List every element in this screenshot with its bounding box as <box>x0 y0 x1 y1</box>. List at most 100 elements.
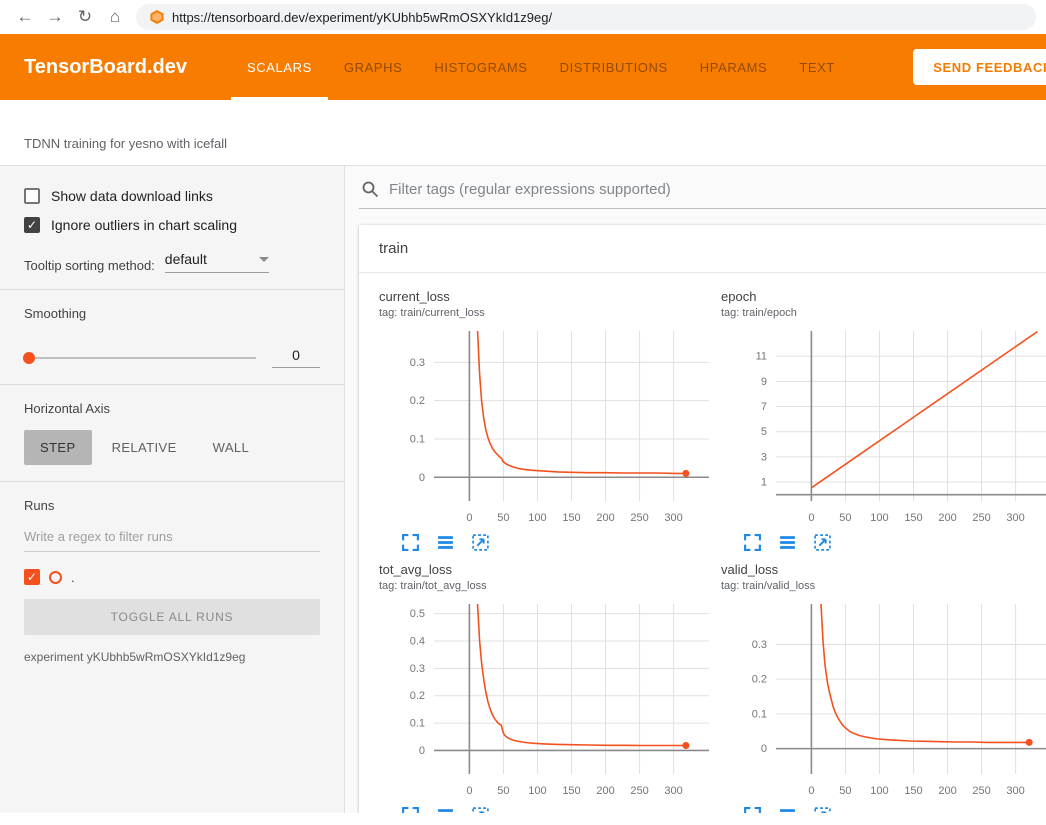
svg-text:9: 9 <box>761 376 767 388</box>
toggle-all-runs-button[interactable]: TOGGLE ALL RUNS <box>24 599 320 635</box>
chart-valid-loss: valid_loss tag: train/valid_loss 00.10.2… <box>721 562 1046 813</box>
tab-scalars[interactable]: SCALARS <box>231 34 328 100</box>
smoothing-label: Smoothing <box>24 306 320 321</box>
ignore-outliers-checkbox[interactable]: ✓ <box>24 217 40 233</box>
fit-domain-icon[interactable] <box>471 806 490 813</box>
filter-tags-input[interactable]: Filter tags (regular expressions support… <box>359 174 1046 209</box>
smoothing-slider[interactable] <box>24 357 256 359</box>
chart-tag: tag: train/tot_avg_loss <box>379 580 719 592</box>
tooltip-sorting-dropdown[interactable]: default <box>165 251 269 273</box>
svg-text:300: 300 <box>664 512 682 524</box>
experiment-description: TDNN training for yesno with icefall <box>0 100 1046 166</box>
axis-wall-button[interactable]: WALL <box>197 430 266 465</box>
tab-distributions[interactable]: DISTRIBUTIONS <box>544 34 684 100</box>
svg-text:5: 5 <box>761 426 767 438</box>
svg-text:0: 0 <box>466 512 472 524</box>
tab-histograms[interactable]: HISTOGRAMS <box>418 34 543 100</box>
reload-icon[interactable]: ↻ <box>70 7 100 27</box>
runs-filter-input[interactable]: Write a regex to filter runs <box>24 529 320 552</box>
chart-tag: tag: train/current_loss <box>379 307 719 319</box>
content: Show data download links ✓ Ignore outlie… <box>0 166 1046 813</box>
svg-text:150: 150 <box>904 512 922 524</box>
run-name: . <box>71 570 75 585</box>
brand-title: TensorBoard.dev <box>24 56 187 79</box>
chart-current-loss: current_loss tag: train/current_loss 0 0.… <box>379 289 719 552</box>
show-download-links-row[interactable]: Show data download links <box>24 188 320 204</box>
home-icon[interactable]: ⌂ <box>100 7 130 27</box>
svg-text:300: 300 <box>1006 785 1024 797</box>
line-chart[interactable]: 00.10.20.3050100150200250300 <box>721 598 1046 802</box>
svg-text:0: 0 <box>808 512 814 524</box>
ignore-outliers-label: Ignore outliers in chart scaling <box>51 217 237 233</box>
svg-text:200: 200 <box>596 512 614 524</box>
chart-title: current_loss <box>379 289 719 304</box>
train-card-header[interactable]: train <box>359 225 1046 273</box>
search-icon <box>361 180 379 198</box>
fit-domain-icon[interactable] <box>813 806 832 813</box>
browser-chrome: ← → ↻ ⌂ https://tensorboard.dev/experime… <box>0 0 1046 34</box>
tab-text[interactable]: TEXT <box>783 34 851 100</box>
show-download-links-label: Show data download links <box>51 188 213 204</box>
svg-text:250: 250 <box>972 512 990 524</box>
svg-text:100: 100 <box>528 512 546 524</box>
send-feedback-button[interactable]: SEND FEEDBACK <box>913 49 1046 85</box>
run-checkbox[interactable]: ✓ <box>24 569 40 585</box>
expand-chart-icon[interactable] <box>743 806 762 813</box>
svg-text:250: 250 <box>630 785 648 797</box>
show-download-links-checkbox[interactable] <box>24 188 40 204</box>
axis-step-button[interactable]: STEP <box>24 430 92 465</box>
svg-text:0.3: 0.3 <box>752 639 767 651</box>
smoothing-value[interactable]: 0 <box>272 347 320 368</box>
chart-title: valid_loss <box>721 562 1046 577</box>
svg-text:200: 200 <box>596 785 614 797</box>
back-icon[interactable]: ← <box>10 7 40 27</box>
axis-relative-button[interactable]: RELATIVE <box>96 430 193 465</box>
expand-chart-icon[interactable] <box>401 806 420 813</box>
expand-chart-icon[interactable] <box>401 533 420 552</box>
svg-text:0.2: 0.2 <box>410 395 425 407</box>
run-table-icon[interactable] <box>436 533 455 552</box>
svg-text:300: 300 <box>1006 512 1024 524</box>
svg-text:200: 200 <box>938 785 956 797</box>
tab-graphs[interactable]: GRAPHS <box>328 34 419 100</box>
divider <box>0 384 344 385</box>
svg-text:50: 50 <box>839 785 851 797</box>
forward-icon[interactable]: → <box>40 7 70 27</box>
line-chart[interactable]: 00.10.20.30.40.5050100150200250300 <box>379 598 714 802</box>
svg-text:0: 0 <box>761 743 767 755</box>
run-table-icon[interactable] <box>778 533 797 552</box>
run-table-icon[interactable] <box>436 806 455 813</box>
ignore-outliers-row[interactable]: ✓ Ignore outliers in chart scaling <box>24 217 320 233</box>
svg-text:0.2: 0.2 <box>752 674 767 686</box>
tooltip-sorting-label: Tooltip sorting method: <box>24 258 155 273</box>
svg-text:3: 3 <box>761 451 767 463</box>
run-table-icon[interactable] <box>778 806 797 813</box>
run-color-swatch <box>49 571 62 584</box>
run-row[interactable]: ✓ . <box>24 569 320 585</box>
filter-tags-placeholder: Filter tags (regular expressions support… <box>389 181 671 198</box>
line-chart[interactable]: 1357911050100150200250300 <box>721 325 1046 529</box>
svg-text:300: 300 <box>664 785 682 797</box>
settings-sidebar: Show data download links ✓ Ignore outlie… <box>0 166 345 813</box>
svg-text:0.1: 0.1 <box>410 433 425 445</box>
svg-text:200: 200 <box>938 512 956 524</box>
line-chart[interactable]: 00.10.20.3050100150200250300 <box>379 325 714 529</box>
chart-title: epoch <box>721 289 1046 304</box>
tab-hparams[interactable]: HPARAMS <box>684 34 784 100</box>
smoothing-slider-thumb[interactable] <box>23 352 35 364</box>
svg-text:0: 0 <box>419 472 425 484</box>
fit-domain-icon[interactable] <box>813 533 832 552</box>
fit-domain-icon[interactable] <box>471 533 490 552</box>
svg-text:0: 0 <box>466 785 472 797</box>
svg-text:0.3: 0.3 <box>410 357 425 369</box>
url-text: https://tensorboard.dev/experiment/yKUbh… <box>172 10 552 25</box>
address-bar[interactable]: https://tensorboard.dev/experiment/yKUbh… <box>136 4 1036 30</box>
svg-text:11: 11 <box>756 351 767 363</box>
svg-text:150: 150 <box>904 785 922 797</box>
svg-text:250: 250 <box>972 785 990 797</box>
chart-tot-avg-loss: tot_avg_loss tag: train/tot_avg_loss 00.… <box>379 562 719 813</box>
tooltip-sorting-value: default <box>165 251 207 267</box>
divider <box>0 289 344 290</box>
svg-text:0.1: 0.1 <box>752 708 767 720</box>
expand-chart-icon[interactable] <box>743 533 762 552</box>
